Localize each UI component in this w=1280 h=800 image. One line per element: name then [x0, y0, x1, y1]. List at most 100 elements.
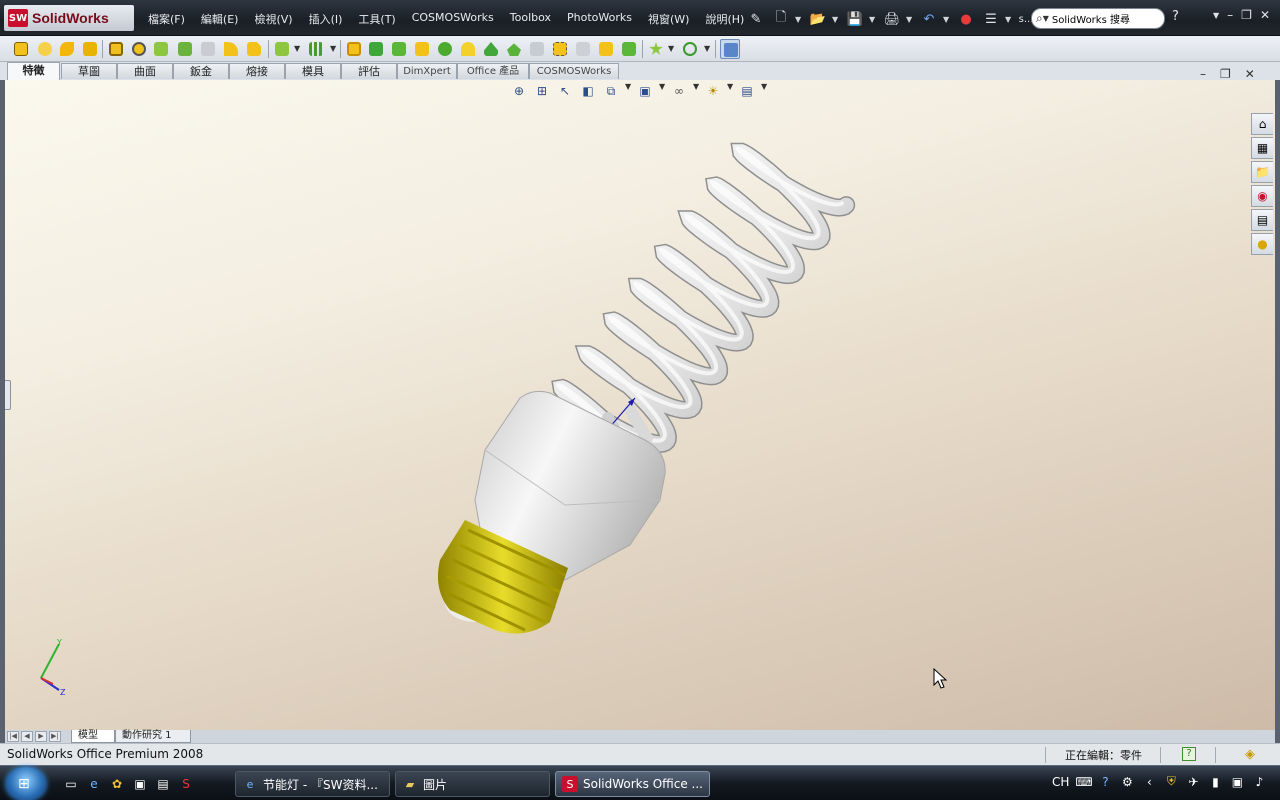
chevron-down-icon[interactable]: ▼ [1005, 15, 1014, 24]
swept-cut-icon[interactable] [175, 39, 195, 59]
chevron-down-icon[interactable]: ▼ [1213, 11, 1219, 22]
start-button[interactable]: ⊞ [6, 767, 46, 800]
tab-mold-tools[interactable]: 模具 [285, 63, 341, 79]
internet-explorer-icon[interactable]: e [85, 775, 103, 793]
shell-icon[interactable] [344, 39, 364, 59]
close-icon[interactable]: ✕ [1260, 8, 1270, 22]
chevron-left-icon[interactable]: ‹ [1141, 775, 1157, 789]
search-box[interactable]: ⌕ ▼ [1031, 8, 1165, 29]
chevron-down-icon[interactable]: ▼ [906, 15, 915, 24]
tab-cosmosworks[interactable]: COSMOSWorks [529, 63, 619, 79]
fillet-icon[interactable] [221, 39, 241, 59]
print-icon[interactable]: 🖨 [881, 8, 903, 30]
split-icon[interactable] [550, 39, 570, 59]
draft-icon[interactable] [366, 39, 386, 59]
dome-icon[interactable] [389, 39, 409, 59]
extruded-boss-icon[interactable] [11, 39, 31, 59]
settings-icon[interactable]: ⚙ [1119, 775, 1135, 789]
indent-icon[interactable] [504, 39, 524, 59]
tab-motion-study[interactable]: 動作研究 1 [115, 730, 191, 743]
minimize-icon[interactable]: – [1200, 67, 1206, 81]
open-folder-icon[interactable]: 📂 [807, 8, 829, 30]
chevron-down-icon[interactable]: ▼ [668, 44, 677, 53]
tab-sheet-metal[interactable]: 鈑金 [173, 63, 229, 79]
bulb-model[interactable] [5, 80, 1275, 730]
chamfer-icon[interactable] [244, 39, 264, 59]
rib-icon[interactable] [272, 39, 292, 59]
tab-weldments[interactable]: 熔接 [229, 63, 285, 79]
save-icon[interactable]: 💾 [844, 8, 866, 30]
revolved-boss-icon[interactable] [35, 39, 55, 59]
search-input[interactable] [1051, 13, 1152, 24]
clipboard-icon[interactable]: ▮ [1207, 775, 1223, 789]
chevron-down-icon[interactable]: ▼ [832, 15, 841, 24]
menu-photoworks[interactable]: PhotoWorks [559, 8, 640, 30]
network-icon[interactable]: ✈ [1185, 775, 1201, 789]
app-logo[interactable]: SW SolidWorks [4, 5, 134, 31]
graphics-area[interactable]: ⊕ ⊞ ↖ ◧ ⧉▼ ▣▼ ∞▼ ☀▼ ▤▼ ⌂ ▦ 📁 ◉ ▤ ● [5, 80, 1275, 730]
menu-file[interactable]: 檔案(F) [140, 8, 193, 30]
chevron-down-icon[interactable]: ▼ [1043, 14, 1049, 23]
intersect-icon[interactable] [435, 39, 455, 59]
menu-edit[interactable]: 編輯(E) [193, 8, 247, 30]
combine-icon[interactable] [527, 39, 547, 59]
minimize-icon[interactable]: – [1227, 8, 1233, 22]
extruded-cut-icon[interactable] [106, 39, 126, 59]
close-icon[interactable]: ✕ [1245, 67, 1255, 81]
menu-window[interactable]: 視窗(W) [640, 8, 697, 30]
search-icon[interactable]: ⌕ [1036, 11, 1043, 26]
chevron-down-icon[interactable]: ▼ [795, 15, 804, 24]
help-tips-icon[interactable]: ? [1182, 747, 1196, 761]
volume-icon[interactable]: ♪ [1251, 775, 1267, 789]
tab-features[interactable]: 特徵 [7, 62, 60, 80]
tab-model[interactable]: 模型 [71, 730, 115, 743]
flex-icon[interactable] [458, 39, 478, 59]
language-indicator[interactable]: CH [1052, 775, 1069, 789]
solidworks-icon[interactable]: S [177, 775, 195, 793]
prev-tab-icon[interactable]: ◀ [21, 731, 33, 742]
tab-office-products[interactable]: Office 產品 [457, 63, 529, 79]
menu-view[interactable]: 檢視(V) [246, 8, 300, 30]
rebuild-status-icon[interactable]: ◈ [1245, 747, 1255, 762]
window-switch-icon[interactable]: ▣ [131, 775, 149, 793]
taskbar-item-browser[interactable]: e 节能灯 - 『SW资料... [235, 771, 390, 797]
first-tab-icon[interactable]: |◀ [7, 731, 19, 742]
help-button[interactable]: ? [1172, 9, 1179, 24]
pin-icon[interactable]: ✎ [745, 8, 767, 30]
reference-geometry-icon[interactable] [646, 39, 666, 59]
swept-boss-icon[interactable] [57, 39, 77, 59]
tab-dimxpert[interactable]: DimXpert [397, 63, 457, 79]
shield-icon[interactable]: ⛨ [1163, 774, 1179, 789]
show-desktop-icon[interactable]: ▭ [62, 775, 80, 793]
menu-cosmosworks[interactable]: COSMOSWorks [404, 8, 502, 30]
restore-icon[interactable]: ❐ [1220, 67, 1231, 81]
last-tab-icon[interactable]: ▶| [49, 731, 61, 742]
options-icon[interactable]: ☰ [980, 8, 1002, 30]
media-icon[interactable]: ✿ [108, 775, 126, 793]
tab-sketch[interactable]: 草圖 [61, 63, 117, 79]
menu-tools[interactable]: 工具(T) [350, 8, 403, 30]
help-icon[interactable]: ? [1097, 775, 1113, 789]
tab-evaluate[interactable]: 評估 [341, 63, 397, 79]
curves-icon[interactable] [680, 39, 700, 59]
taskbar-item-pictures[interactable]: ▰ 圖片 [395, 771, 550, 797]
keyboard-icon[interactable]: ⌨ [1075, 775, 1092, 789]
wrap-icon[interactable] [412, 39, 432, 59]
restore-icon[interactable]: ❐ [1241, 8, 1252, 22]
instant3d-icon[interactable] [720, 39, 740, 59]
hole-wizard-icon[interactable] [129, 39, 149, 59]
tab-surfaces[interactable]: 曲面 [117, 63, 173, 79]
chevron-down-icon[interactable]: ▼ [294, 44, 303, 53]
chevron-down-icon[interactable]: ▼ [943, 15, 952, 24]
next-tab-icon[interactable]: ▶ [35, 731, 47, 742]
linear-pattern-icon[interactable] [306, 39, 326, 59]
lofted-cut-icon[interactable] [198, 39, 218, 59]
delete-body-icon[interactable] [596, 39, 616, 59]
network-monitor-icon[interactable]: ▣ [1229, 775, 1245, 789]
chevron-down-icon[interactable]: ▼ [869, 15, 878, 24]
move-copy-body-icon[interactable] [573, 39, 593, 59]
lofted-boss-icon[interactable] [80, 39, 100, 59]
computer-icon[interactable]: ▤ [154, 775, 172, 793]
rebuild-traffic-light-icon[interactable]: ● [955, 8, 977, 30]
menu-toolbox[interactable]: Toolbox [502, 8, 559, 30]
